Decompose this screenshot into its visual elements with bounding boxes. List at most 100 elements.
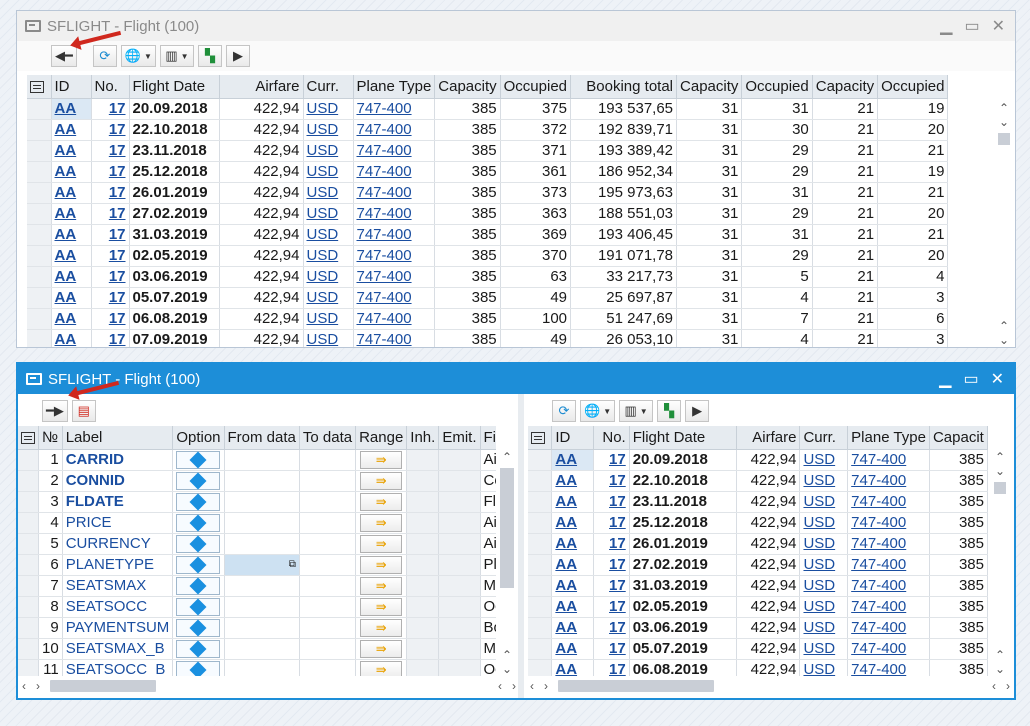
range-button[interactable]: ⇛ (360, 576, 403, 595)
option-cell[interactable] (172, 638, 225, 660)
table-cell[interactable]: 747-400 (847, 449, 930, 471)
delete-filter-button[interactable]: ▤ (71, 400, 96, 422)
row-selector[interactable] (18, 659, 39, 676)
column-header[interactable]: Range (355, 426, 408, 450)
row-selector[interactable] (27, 98, 52, 120)
table-cell[interactable]: 17 (593, 575, 630, 597)
to-data-input[interactable] (299, 491, 357, 513)
table-cell[interactable]: USD (799, 512, 849, 534)
row-selector[interactable] (27, 308, 52, 330)
column-header[interactable]: No. (91, 75, 130, 99)
row-selector[interactable] (27, 329, 52, 347)
option-cell[interactable] (172, 554, 225, 576)
column-header[interactable]: Occupied (877, 75, 949, 99)
close-icon[interactable]: ✕ (992, 16, 1005, 36)
row-selector[interactable] (528, 491, 553, 513)
table-cell[interactable]: 747-400 (353, 119, 436, 141)
table-cell[interactable]: USD (799, 491, 849, 513)
to-data-input[interactable] (299, 617, 357, 639)
table-cell[interactable]: 747-400 (847, 638, 930, 660)
table-cell[interactable]: USD (303, 182, 354, 204)
table-cell[interactable]: 747-400 (847, 512, 930, 534)
range-cell[interactable]: ⇛ (355, 512, 408, 534)
from-data-input[interactable] (224, 596, 300, 618)
scroll-left-icon[interactable]: ‹ (992, 679, 996, 693)
range-button[interactable]: ⇛ (360, 492, 403, 511)
table-cell[interactable]: 747-400 (847, 575, 930, 597)
option-button[interactable] (176, 597, 221, 616)
scroll-left-icon[interactable]: ‹ (530, 679, 534, 693)
to-data-input[interactable] (299, 554, 357, 576)
to-data-input[interactable] (299, 533, 357, 555)
scroll-up-icon[interactable]: ⌃ (502, 648, 512, 662)
table-cell[interactable]: AA (51, 308, 92, 330)
table-cell[interactable]: AA (51, 287, 92, 309)
table-cell[interactable]: 747-400 (353, 329, 436, 347)
scroll-right-icon[interactable]: › (36, 679, 40, 693)
from-data-input[interactable] (224, 659, 300, 676)
row-selector[interactable] (18, 575, 39, 597)
scroll-down-icon[interactable]: ⌄ (502, 662, 512, 676)
from-data-input[interactable] (224, 470, 300, 492)
minimize-icon[interactable]: ▁ (939, 369, 951, 389)
table-cell[interactable]: AA (551, 449, 594, 471)
table-cell[interactable]: 747-400 (353, 287, 436, 309)
to-data-input[interactable] (299, 575, 357, 597)
range-cell[interactable]: ⇛ (355, 554, 408, 576)
range-button[interactable]: ⇛ (360, 450, 403, 469)
table-cell[interactable]: AA (551, 617, 594, 639)
from-data-input[interactable]: ⧉ (224, 554, 300, 576)
option-button[interactable] (176, 471, 221, 490)
option-cell[interactable] (172, 449, 225, 471)
range-cell[interactable]: ⇛ (355, 617, 408, 639)
scroll-up-icon[interactable]: ⌃ (999, 319, 1009, 333)
forward-arrow-button[interactable]: ━▶ (42, 400, 68, 422)
range-button[interactable]: ⇛ (360, 534, 403, 553)
table-cell[interactable]: 747-400 (847, 533, 930, 555)
table-cell[interactable]: 17 (593, 596, 630, 618)
table-cell[interactable]: AA (51, 245, 92, 267)
column-header[interactable]: To data (299, 426, 357, 450)
from-data-input[interactable] (224, 449, 300, 471)
table-cell[interactable]: 747-400 (353, 140, 436, 162)
column-header[interactable]: Capacity (434, 75, 501, 99)
column-header[interactable]: Occupied (741, 75, 813, 99)
chart-button[interactable]: ▚ (657, 400, 682, 422)
table-cell[interactable]: USD (303, 329, 354, 347)
table-cell[interactable]: USD (799, 470, 849, 492)
scroll-thumb[interactable] (558, 680, 714, 692)
column-header[interactable]: No. (593, 426, 630, 450)
table-cell[interactable]: USD (799, 638, 849, 660)
vertical-scrollbar[interactable]: ⌃ ⌄ ⌃ ⌄ (993, 101, 1015, 347)
row-selector[interactable] (27, 245, 52, 267)
option-button[interactable] (176, 555, 221, 574)
range-button[interactable]: ⇛ (360, 471, 403, 490)
grid-settings-icon[interactable] (528, 426, 553, 450)
table-cell[interactable]: 17 (593, 659, 630, 676)
range-cell[interactable]: ⇛ (355, 596, 408, 618)
table-cell[interactable]: 17 (91, 245, 130, 267)
left-vertical-scrollbar[interactable]: ⌃ ⌃ ⌄ (496, 450, 518, 676)
to-data-input[interactable] (299, 512, 357, 534)
layout-menu-button[interactable]: ▥ ▼ (619, 400, 654, 422)
column-header[interactable]: ID (51, 75, 92, 99)
column-header[interactable]: Plane Type (847, 426, 930, 450)
column-header[interactable]: № (38, 426, 63, 450)
row-selector[interactable] (18, 554, 39, 576)
table-cell[interactable]: 17 (593, 512, 630, 534)
table-cell[interactable]: 747-400 (847, 596, 930, 618)
option-cell[interactable] (172, 512, 225, 534)
row-selector[interactable] (27, 182, 52, 204)
table-cell[interactable]: AA (51, 161, 92, 183)
table-cell[interactable]: 747-400 (353, 266, 436, 288)
column-header[interactable]: Capacit (929, 426, 988, 450)
pane-splitter[interactable] (518, 394, 524, 698)
row-selector[interactable] (528, 554, 553, 576)
table-cell[interactable]: AA (51, 266, 92, 288)
scroll-up-icon[interactable]: ⌃ (999, 101, 1009, 115)
option-button[interactable] (176, 534, 221, 553)
from-data-input[interactable] (224, 512, 300, 534)
to-data-input[interactable] (299, 449, 357, 471)
column-header[interactable]: Inh. (406, 426, 440, 450)
row-selector[interactable] (27, 224, 52, 246)
